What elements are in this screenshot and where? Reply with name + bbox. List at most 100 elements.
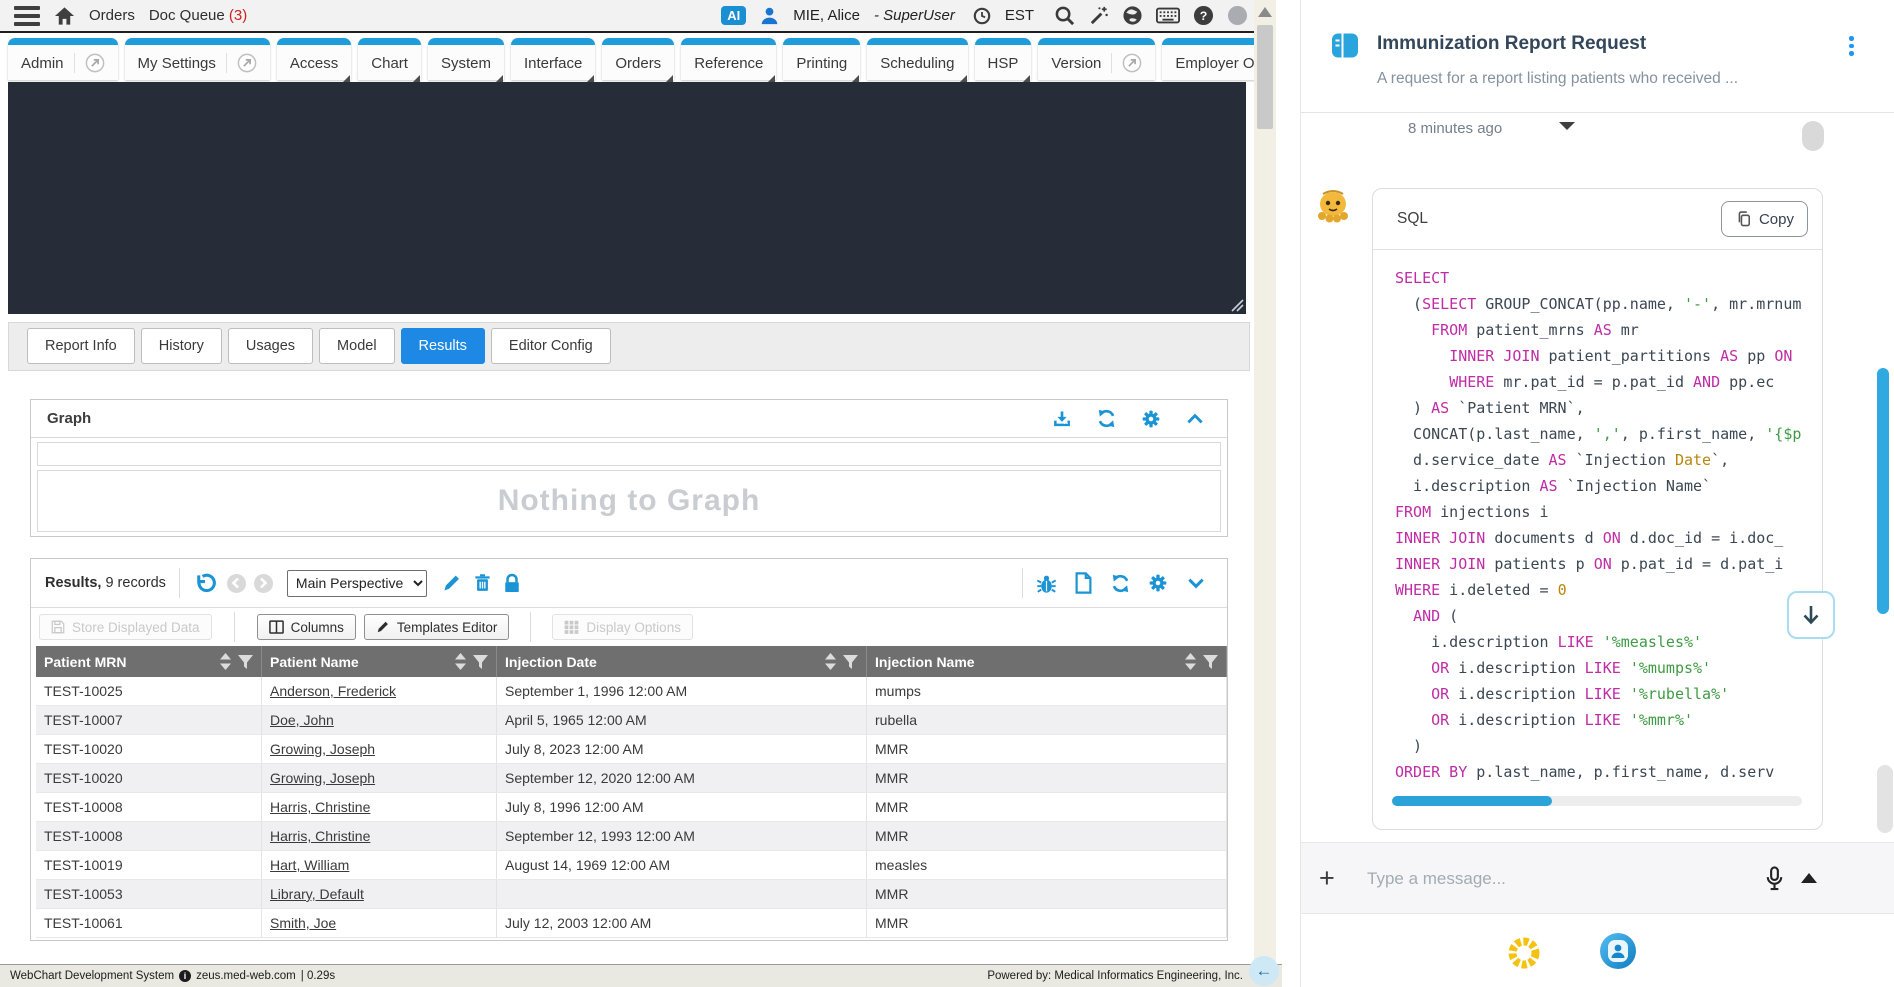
scroll-to-bottom-button[interactable]: [1787, 591, 1835, 639]
prev-icon[interactable]: [227, 574, 246, 593]
patient-link[interactable]: Growing, Joseph: [270, 741, 375, 757]
nav-tab-hsp[interactable]: HSP: [975, 38, 1032, 80]
tab-history[interactable]: History: [141, 328, 222, 364]
collapse-chat-button[interactable]: ←: [1249, 956, 1279, 986]
breadcrumb-doc-queue[interactable]: Doc Queue (3): [149, 7, 247, 24]
nav-tab-orders[interactable]: Orders: [602, 38, 674, 80]
user-name[interactable]: MIE, Alice: [793, 7, 860, 24]
chat-scrollbar-fragment[interactable]: [1877, 765, 1893, 833]
patient-link[interactable]: Smith, Joe: [270, 915, 336, 931]
external-link-icon[interactable]: [74, 53, 105, 73]
wand-icon[interactable]: [1088, 5, 1109, 26]
app-scrollbar[interactable]: [1254, 0, 1276, 964]
patient-link[interactable]: Anderson, Frederick: [270, 683, 396, 699]
tab-report-info[interactable]: Report Info: [27, 328, 135, 364]
nav-tab-chart[interactable]: Chart: [358, 38, 421, 80]
lock-icon[interactable]: [503, 573, 521, 594]
debug-icon[interactable]: [1036, 573, 1057, 594]
scrollbar-thumb[interactable]: [1257, 25, 1273, 129]
columns-button[interactable]: Columns: [257, 614, 356, 640]
undo-icon[interactable]: [193, 572, 216, 595]
patient-link[interactable]: Harris, Christine: [270, 799, 370, 815]
store-displayed-data-button[interactable]: Store Displayed Data: [39, 614, 212, 640]
collapse-icon[interactable]: [1185, 409, 1205, 429]
report-document-icon[interactable]: [1074, 572, 1093, 594]
patient-link[interactable]: Hart, William: [270, 857, 349, 873]
send-up-triangle-icon[interactable]: [1801, 873, 1817, 883]
sql-line: ORDER BY p.last_name, p.first_name, d.se…: [1395, 759, 1822, 785]
tab-editor-config[interactable]: Editor Config: [491, 328, 611, 364]
nav-tab-reference[interactable]: Reference: [681, 38, 776, 80]
patient-link[interactable]: Harris, Christine: [270, 828, 370, 844]
search-icon[interactable]: [1054, 5, 1075, 26]
refresh-results-icon[interactable]: [1110, 573, 1131, 594]
nav-tab-employer-organizations[interactable]: Employer Organizations: [1162, 38, 1254, 80]
timezone-label[interactable]: EST: [1005, 7, 1034, 24]
next-icon[interactable]: [254, 574, 273, 593]
tab-results[interactable]: Results: [401, 328, 485, 364]
templates-editor-button[interactable]: Templates Editor: [364, 614, 510, 640]
chat-menu-dots-icon[interactable]: [1849, 36, 1854, 56]
delete-perspective-icon[interactable]: [473, 573, 492, 593]
edit-perspective-icon[interactable]: [442, 573, 462, 593]
perspective-select[interactable]: Main Perspective: [287, 570, 427, 597]
status-circle-icon[interactable]: [1227, 5, 1248, 26]
column-header-patient-name[interactable]: Patient Name: [262, 646, 497, 677]
home-icon[interactable]: [54, 6, 75, 26]
copy-button[interactable]: Copy: [1721, 201, 1808, 237]
gear-icon[interactable]: [1141, 409, 1161, 429]
nav-tab-my-settings[interactable]: My Settings: [125, 38, 270, 80]
mic-icon[interactable]: [1763, 865, 1786, 892]
column-header-injection-name[interactable]: Injection Name: [867, 646, 1227, 677]
sort-icon[interactable]: [220, 653, 231, 670]
scrollbar-up-arrow-icon[interactable]: [1258, 7, 1272, 17]
external-link-icon[interactable]: [226, 53, 257, 73]
display-options-button[interactable]: Display Options: [552, 614, 693, 640]
doc-preview-panel[interactable]: [8, 82, 1246, 314]
resize-grip-icon[interactable]: [1231, 299, 1244, 312]
breadcrumb-orders[interactable]: Orders: [89, 7, 135, 24]
message-input[interactable]: [1367, 857, 1747, 901]
sort-icon[interactable]: [825, 653, 836, 670]
filter-icon[interactable]: [1203, 655, 1218, 669]
keyboard-icon[interactable]: [1156, 6, 1180, 25]
sql-code-block[interactable]: SELECT (SELECT GROUP_CONCAT(pp.name, '-'…: [1373, 250, 1822, 785]
sql-hscrollbar[interactable]: [1392, 796, 1802, 806]
external-link-icon[interactable]: [1111, 53, 1142, 73]
refresh-icon[interactable]: [1096, 408, 1117, 429]
patient-link[interactable]: Growing, Joseph: [270, 770, 375, 786]
column-header-injection-date[interactable]: Injection Date: [497, 646, 867, 677]
sql-hscrollbar-thumb[interactable]: [1392, 796, 1552, 806]
filter-icon[interactable]: [473, 655, 488, 669]
sort-icon[interactable]: [1185, 653, 1196, 670]
chat-scrollbar-thumb[interactable]: [1877, 368, 1889, 614]
column-label: Patient MRN: [44, 654, 213, 670]
help-icon[interactable]: ?: [1193, 5, 1214, 26]
nav-tab-version[interactable]: Version: [1038, 38, 1155, 80]
expand-icon[interactable]: [1185, 573, 1207, 593]
patient-link[interactable]: Library, Default: [270, 886, 364, 902]
patient-link[interactable]: Doe, John: [270, 712, 334, 728]
nav-tab-access[interactable]: Access: [277, 38, 351, 80]
sun-gear-logo-icon[interactable]: [1507, 936, 1541, 970]
tab-usages[interactable]: Usages: [228, 328, 313, 364]
nav-tab-printing[interactable]: Printing: [783, 38, 860, 80]
tab-model[interactable]: Model: [319, 328, 395, 364]
filter-icon[interactable]: [238, 655, 253, 669]
column-header-patient-mrn[interactable]: Patient MRN: [36, 646, 262, 677]
nav-tab-system[interactable]: System: [428, 38, 504, 80]
filter-icon[interactable]: [843, 655, 858, 669]
attach-plus-button[interactable]: +: [1319, 865, 1335, 892]
nav-tab-interface[interactable]: Interface: [511, 38, 595, 80]
download-icon[interactable]: [1052, 409, 1072, 429]
nav-tab-scheduling[interactable]: Scheduling: [867, 38, 967, 80]
globe-icon[interactable]: [1122, 5, 1143, 26]
footer-host[interactable]: zeus.med-web.com: [196, 970, 296, 982]
ai-badge[interactable]: AI: [721, 6, 746, 25]
nav-tab-admin[interactable]: Admin: [8, 38, 118, 80]
info-icon[interactable]: i: [179, 970, 191, 982]
bluehive-logo-icon[interactable]: [1599, 932, 1637, 970]
sort-icon[interactable]: [455, 653, 466, 670]
menu-icon[interactable]: [14, 6, 40, 26]
results-settings-icon[interactable]: [1148, 573, 1168, 593]
